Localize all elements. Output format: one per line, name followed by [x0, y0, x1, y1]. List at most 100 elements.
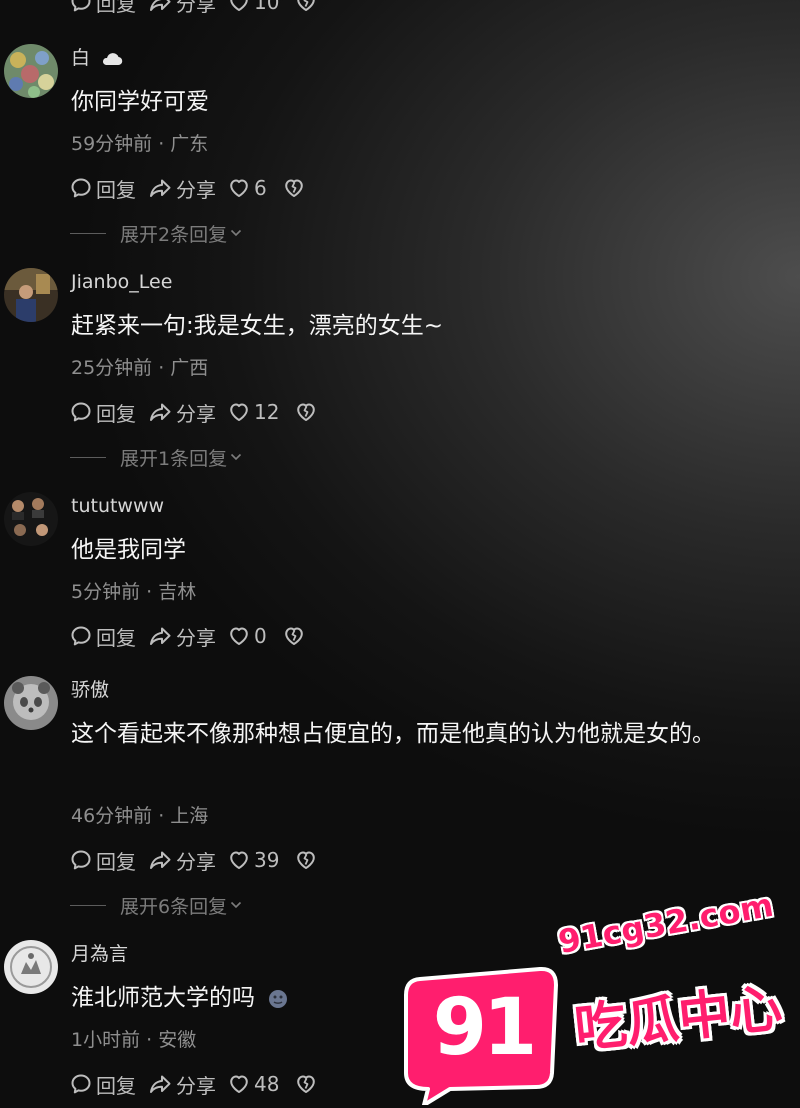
- broken-heart-icon: [295, 1073, 317, 1095]
- comment-meta: 1小时前 · 安徽: [71, 1029, 197, 1051]
- comment-meta: 5分钟前 · 吉林: [71, 581, 197, 603]
- reply-label: 回复: [96, 0, 136, 16]
- broken-heart-icon: [295, 401, 317, 423]
- share-label: 分享: [176, 849, 216, 874]
- heart-icon: [228, 1073, 250, 1095]
- comment-meta: 46分钟前 · 上海: [71, 805, 209, 827]
- previous-comment-actions: 回复 分享 10: [0, 0, 800, 20]
- like-count: 0: [254, 624, 267, 648]
- share-arrow-icon: [148, 849, 172, 871]
- dislike-button[interactable]: [295, 401, 321, 423]
- username[interactable]: 月為言: [71, 940, 128, 968]
- action-row: 回复 分享 0: [70, 622, 321, 650]
- share-arrow-icon: [148, 0, 172, 13]
- reply-button[interactable]: 回复: [70, 622, 136, 651]
- avatar[interactable]: [4, 492, 58, 546]
- action-row: 回复 分享 12: [70, 398, 333, 426]
- watermark-number: 91: [432, 983, 538, 1073]
- comment-bubble-icon: [70, 401, 92, 423]
- divider: [70, 232, 106, 234]
- heart-icon: [228, 177, 250, 199]
- heart-icon: [228, 849, 250, 871]
- reply-label: 回复: [96, 1073, 136, 1098]
- dislike-button[interactable]: [283, 177, 309, 199]
- username-text: Jianbo_Lee: [71, 271, 173, 293]
- divider: [70, 904, 106, 906]
- like-count: 39: [254, 848, 280, 872]
- avatar[interactable]: [4, 676, 58, 730]
- share-arrow-icon: [148, 1073, 172, 1095]
- comment-text: 他是我同学: [71, 537, 186, 563]
- like-button[interactable]: 0: [228, 624, 267, 648]
- like-count: 12: [254, 400, 280, 424]
- username[interactable]: Jianbo_Lee: [71, 268, 172, 296]
- expand-replies-label: 展开1条回复: [120, 447, 228, 470]
- dislike-button[interactable]: [283, 625, 309, 647]
- comment-item: Jianbo_Lee 赶紧来一句:我是女生，漂亮的女生~ 25分钟前 · 广西 …: [0, 268, 800, 478]
- chevron-down-icon: [229, 450, 243, 464]
- emoji-face-icon: [269, 989, 288, 1008]
- divider: [70, 456, 106, 458]
- reply-label: 回复: [96, 625, 136, 650]
- avatar[interactable]: [4, 940, 58, 994]
- expand-replies-label: 展开2条回复: [120, 223, 228, 246]
- broken-heart-icon: [283, 177, 305, 199]
- reply-label: 回复: [96, 849, 136, 874]
- comment-bubble-icon: [70, 0, 92, 13]
- expand-replies-button[interactable]: 展开6条回复: [70, 891, 243, 919]
- expand-replies-button[interactable]: 展开2条回复: [70, 219, 243, 247]
- share-label: 分享: [176, 0, 216, 16]
- dislike-button[interactable]: [295, 1073, 321, 1095]
- username[interactable]: 骄傲: [71, 676, 109, 704]
- broken-heart-icon: [283, 625, 305, 647]
- like-button[interactable]: 10: [228, 0, 279, 14]
- action-row: 回复 分享 39: [70, 846, 333, 874]
- broken-heart-icon: [295, 0, 317, 13]
- broken-heart-icon: [295, 849, 317, 871]
- chevron-down-icon: [229, 898, 243, 912]
- chevron-down-icon: [229, 226, 243, 240]
- username-text: 白: [71, 47, 91, 69]
- cloud-icon: [103, 52, 123, 65]
- action-row: 回复 分享 48: [70, 1070, 333, 1098]
- comment-bubble-icon: [70, 177, 92, 199]
- dislike-button[interactable]: [295, 849, 321, 871]
- username-text: tututwww: [71, 495, 165, 517]
- share-button[interactable]: 分享: [148, 622, 216, 651]
- share-button[interactable]: 分享: [148, 1070, 216, 1099]
- avatar[interactable]: [4, 268, 58, 322]
- share-button[interactable]: 分享: [148, 174, 216, 203]
- username[interactable]: 白: [71, 44, 124, 72]
- reply-button[interactable]: 回复: [70, 846, 136, 875]
- reply-label: 回复: [96, 401, 136, 426]
- like-button[interactable]: 39: [228, 848, 279, 872]
- share-arrow-icon: [148, 625, 172, 647]
- username-text: 月為言: [71, 943, 129, 965]
- action-row: 回复 分享 6: [70, 174, 321, 202]
- comment-meta: 59分钟前 · 广东: [71, 133, 209, 155]
- heart-icon: [228, 401, 250, 423]
- reply-button[interactable]: 回复: [70, 398, 136, 427]
- share-button[interactable]: 分享: [148, 846, 216, 875]
- dislike-button[interactable]: [295, 0, 321, 13]
- like-button[interactable]: 48: [228, 1072, 279, 1096]
- username-text: 骄傲: [71, 679, 110, 701]
- share-label: 分享: [176, 177, 216, 202]
- username[interactable]: tututwww: [71, 492, 164, 520]
- reply-button[interactable]: 回复: [70, 1070, 136, 1099]
- share-button[interactable]: 分享: [148, 0, 216, 17]
- like-button[interactable]: 12: [228, 400, 279, 424]
- share-button[interactable]: 分享: [148, 398, 216, 427]
- expand-replies-button[interactable]: 展开1条回复: [70, 443, 243, 471]
- comment-item: tututwww 他是我同学 5分钟前 · 吉林 回复 分享 0: [0, 492, 800, 662]
- comment-bubble-icon: [70, 849, 92, 871]
- comment-text: 赶紧来一句:我是女生，漂亮的女生~: [71, 313, 444, 339]
- avatar[interactable]: [4, 44, 58, 98]
- comment-text: 这个看起来不像那种想占便宜的，而是他真的认为他就是女的。: [71, 721, 715, 747]
- action-row: 回复 分享 10: [70, 0, 333, 16]
- reply-button[interactable]: 回复: [70, 174, 136, 203]
- reply-button[interactable]: 回复: [70, 0, 136, 17]
- like-button[interactable]: 6: [228, 176, 267, 200]
- comment-text: 你同学好可爱: [71, 89, 209, 115]
- reply-label: 回复: [96, 177, 136, 202]
